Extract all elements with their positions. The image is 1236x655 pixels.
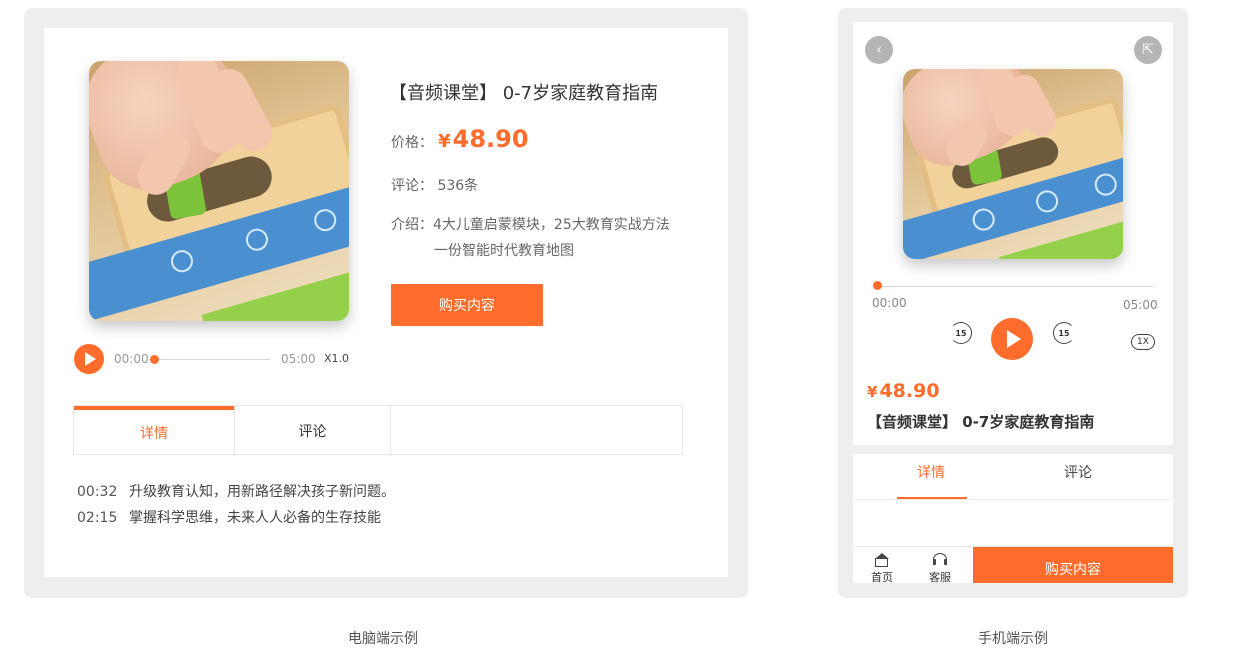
share-icon: ⇱ [1142, 42, 1154, 58]
detail-text: 掌握科学思维，未来人人必备的生存技能 [129, 510, 381, 526]
buy-button[interactable]: 购买内容 [973, 547, 1173, 583]
detail-text: 升级教育认知，用新路径解决孩子新问题。 [129, 484, 395, 500]
nav-service[interactable]: 客服 [920, 551, 960, 583]
timestamp: 00:32 [77, 484, 118, 500]
play-icon [1006, 330, 1021, 348]
course-title: 【音频课堂】 0-7岁家庭教育指南 [867, 413, 1095, 431]
audio-player: 00:00 05:00 X1.0 [74, 343, 374, 375]
content-tabs: 详情 评论 [73, 405, 683, 455]
price-value: ¥48.90 [438, 125, 529, 153]
buy-button[interactable]: 购买内容 [391, 284, 543, 326]
mobile-preview-page: ‹ ⇱ 00:00 05:00 15 15 1X ¥ 48.90 【音频课堂】 … [853, 22, 1173, 583]
comment-count: 536条 [437, 178, 479, 194]
mobile-caption: 手机端示例 [978, 631, 1048, 647]
comment-label: 评论： [391, 178, 433, 194]
rewind-15-button[interactable]: 15 [950, 322, 972, 344]
comment-row: 评论： 536条 [391, 175, 478, 195]
forward-15-button[interactable]: 15 [1053, 322, 1075, 344]
progress-handle[interactable] [150, 355, 159, 364]
current-time: 00:00 [114, 352, 149, 366]
chevron-left-icon: ‹ [876, 42, 882, 58]
desktop-preview-frame: 00:00 05:00 X1.0 【音频课堂】 0-7岁家庭教育指南 价格： ¥… [24, 8, 748, 598]
section-divider [853, 445, 1173, 454]
home-icon [874, 553, 890, 567]
play-icon [85, 352, 96, 366]
total-time: 05:00 [281, 352, 316, 366]
course-cover-image [903, 69, 1123, 259]
rewind-icon: 15 [955, 328, 967, 338]
back-button[interactable]: ‹ [865, 36, 893, 64]
desktop-preview-page: 00:00 05:00 X1.0 【音频课堂】 0-7岁家庭教育指南 价格： ¥… [44, 28, 728, 577]
course-title: 【音频课堂】 0-7岁家庭教育指南 [389, 83, 659, 104]
speed-button[interactable]: X1.0 [324, 352, 349, 365]
mobile-preview-frame: ‹ ⇱ 00:00 05:00 15 15 1X ¥ 48.90 【音频课堂】 … [838, 8, 1188, 598]
list-item[interactable]: 02:15 掌握科学思维，未来人人必备的生存技能 [77, 505, 395, 531]
headset-icon [932, 553, 948, 567]
tab-divider [853, 499, 1173, 500]
details-list: 00:32 升级教育认知，用新路径解决孩子新问题。 02:15 掌握科学思维，未来人… [77, 479, 395, 531]
intro-row: 介绍：4大儿童启蒙模块，25大教育实战方法 一份智能时代教育地图 [391, 212, 670, 264]
forward-icon: 15 [1058, 328, 1070, 338]
play-button[interactable] [74, 344, 104, 374]
nav-home[interactable]: 首页 [862, 551, 902, 583]
intro-label: 介绍： [391, 217, 433, 233]
intro-line-2: 一份智能时代教育地图 [434, 243, 574, 259]
nav-home-label: 首页 [871, 571, 893, 583]
price-label: 价格： [391, 135, 433, 151]
intro-line-1: 4大儿童启蒙模块，25大教育实战方法 [433, 217, 670, 233]
tab-comments[interactable]: 评论 [1064, 462, 1092, 482]
play-button[interactable] [991, 318, 1033, 360]
list-item[interactable]: 00:32 升级教育认知，用新路径解决孩子新问题。 [77, 479, 395, 505]
tab-details[interactable]: 详情 [74, 406, 234, 455]
bottom-bar: 首页 客服 购买内容 [853, 546, 1173, 583]
progress-track[interactable] [877, 286, 1153, 287]
current-time: 00:00 [872, 296, 907, 310]
speed-button[interactable]: 1X [1131, 334, 1155, 350]
total-time: 05:00 [1123, 298, 1158, 312]
tab-comments[interactable]: 评论 [234, 406, 391, 455]
nav-service-label: 客服 [929, 571, 951, 583]
share-button[interactable]: ⇱ [1134, 36, 1162, 64]
timestamp: 02:15 [77, 510, 118, 526]
price-value: ¥48.90 [867, 380, 940, 402]
price-row: 价格： ¥48.90 [391, 125, 529, 153]
progress-track[interactable] [154, 359, 270, 360]
desktop-caption: 电脑端示例 [348, 631, 418, 647]
course-cover-image [89, 61, 349, 321]
tab-details[interactable]: 详情 [917, 462, 945, 482]
progress-handle[interactable] [873, 281, 882, 290]
